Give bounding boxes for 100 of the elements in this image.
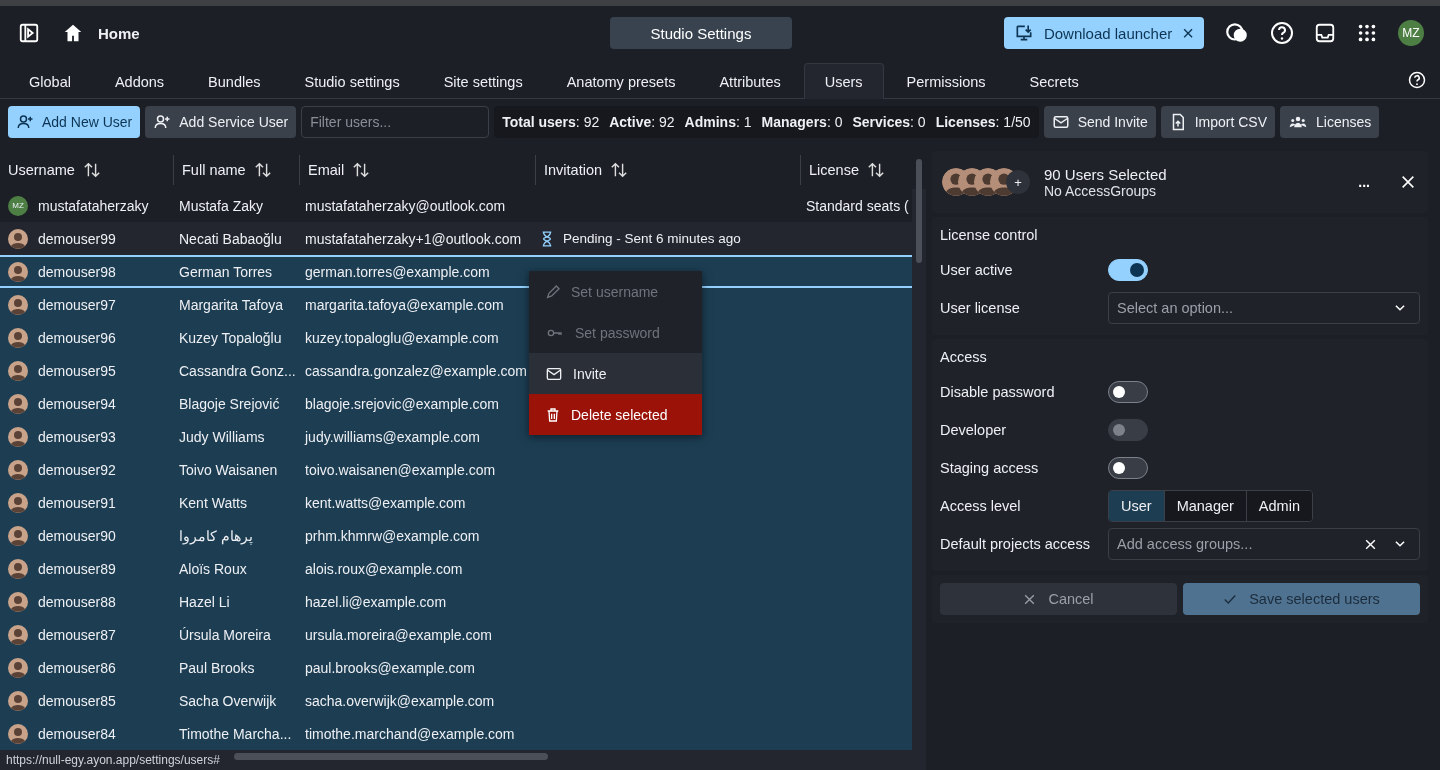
menu-item[interactable]: Delete selected <box>529 394 702 435</box>
add-new-user-button[interactable]: Add New User <box>8 106 141 138</box>
user-avatar-icon <box>8 624 28 645</box>
column-header[interactable]: Full name <box>174 155 300 185</box>
email: hazel.li@example.com <box>305 593 447 610</box>
access-groups-select[interactable]: Add access groups... <box>1108 528 1420 560</box>
user-avatar-icon <box>8 657 28 678</box>
close-button[interactable]: × <box>1182 23 1194 43</box>
column-header[interactable]: Invitation <box>536 155 801 185</box>
cancel-button[interactable]: Cancel <box>940 583 1177 615</box>
full-name: Necati Babaoğlu <box>179 230 282 247</box>
email: german.torres@example.com <box>305 263 490 280</box>
username: demouser97 <box>38 296 116 313</box>
column-header[interactable]: Email <box>300 155 536 185</box>
user-row[interactable]: demouser92 Toivo Waisanen toivo.waisanen@example.com <box>0 453 912 486</box>
user-avatar[interactable]: MZ <box>1398 20 1424 46</box>
download-launcher-link[interactable]: Download launcher <box>1043 24 1173 42</box>
user-avatar-icon <box>8 327 28 348</box>
selection-title: 90 Users Selected <box>1044 165 1168 183</box>
more-button[interactable]: ... <box>1352 173 1376 191</box>
full-name: Sacha Overwijk <box>179 692 277 709</box>
email: cassandra.gonzalez@example.com <box>305 362 527 379</box>
email: timothe.marchand@example.com <box>305 725 515 742</box>
sort-icon[interactable] <box>253 161 272 179</box>
sort-icon[interactable] <box>610 161 629 179</box>
settings-tab[interactable]: Bundles <box>187 63 282 99</box>
home-link[interactable]: Home <box>98 24 140 42</box>
pencil-icon <box>545 283 561 300</box>
settings-tab[interactable]: Anatomy presets <box>545 63 697 99</box>
column-header[interactable]: License <box>801 155 912 185</box>
access-level-option[interactable]: Manager <box>1163 491 1246 521</box>
user-stat: Licenses: 1/50 <box>935 114 1031 130</box>
help-icon[interactable] <box>1270 21 1294 45</box>
vertical-scrollbar[interactable] <box>916 159 922 263</box>
settings-tab[interactable]: Users <box>803 63 884 99</box>
user-row[interactable]: demouser89 Aloïs Roux alois.roux@example.com <box>0 552 912 585</box>
access-level-option[interactable]: User <box>1109 491 1164 521</box>
email: mustafataherzaky@outlook.com <box>305 197 506 214</box>
close-icon[interactable] <box>1400 174 1416 190</box>
send-invite-button[interactable]: Send Invite <box>1043 106 1156 138</box>
settings-tab[interactable]: Addons <box>93 63 186 99</box>
full-name: Toivo Waisanen <box>179 461 278 478</box>
user-avatar-icon <box>8 360 28 381</box>
sort-icon[interactable] <box>867 161 885 179</box>
field-label: Disable password <box>940 384 1056 400</box>
username: demouser95 <box>38 362 116 379</box>
settings-tab[interactable]: Site settings <box>422 63 544 99</box>
filter-field[interactable]: Filter users... <box>301 106 490 138</box>
username: demouser94 <box>38 395 116 412</box>
username: demouser92 <box>38 461 116 478</box>
user-row[interactable]: demouser86 Paul Brooks paul.brooks@example.com <box>0 651 912 684</box>
user-row[interactable]: demouser91 Kent Watts kent.watts@example.com <box>0 486 912 519</box>
user-avatar-icon <box>8 723 28 744</box>
username: demouser87 <box>38 626 116 643</box>
sidebar-toggle-icon[interactable] <box>18 22 40 44</box>
username: demouser99 <box>38 230 116 247</box>
access-level-option[interactable]: Admin <box>1245 491 1312 521</box>
column-header[interactable]: Username <box>0 155 174 185</box>
user-avatar-icon <box>8 393 28 414</box>
studio-settings-button[interactable]: Studio Settings <box>609 17 792 49</box>
email: judy.williams@example.com <box>305 428 480 445</box>
home-icon[interactable] <box>62 22 84 44</box>
full-name: Cassandra Gonz... <box>179 362 296 379</box>
licenses-button[interactable]: Licenses <box>1280 106 1380 138</box>
field-label: Staging access <box>940 460 1040 476</box>
user-stat: Total users: 92 <box>502 114 600 130</box>
settings-tab[interactable]: Studio settings <box>283 63 421 99</box>
user-row[interactable]: demouser93 Judy Williams judy.williams@example.com <box>0 420 912 453</box>
user-avatar-icon <box>8 591 28 612</box>
user-row[interactable]: demouser84 Timothe Marcha... timothe.marchand@example.com <box>0 717 912 750</box>
add-service-user-button[interactable]: Add Service User <box>145 106 297 138</box>
sort-icon[interactable] <box>82 161 101 179</box>
help-icon[interactable] <box>1408 71 1426 89</box>
user-row[interactable]: demouser85 Sacha Overwijk sacha.overwijk@example.com <box>0 684 912 717</box>
user-row[interactable]: MZ mustafataherzaky Mustafa Zaky mustafataherzaky@outlook.com Standard seats ( <box>0 189 912 222</box>
close-icon <box>1023 592 1037 606</box>
toggle-switch[interactable] <box>1108 457 1148 479</box>
settings-tab[interactable]: Permissions <box>885 63 1007 99</box>
horizontal-scrollbar[interactable] <box>234 753 548 760</box>
user-stat: Admins: 1 <box>684 114 752 130</box>
inbox-icon[interactable] <box>1314 22 1336 44</box>
full-name: Blagoje Srejović <box>179 395 280 412</box>
full-name: Kuzey Topaloğlu <box>179 329 282 346</box>
settings-tab[interactable]: Secrets <box>1008 63 1100 99</box>
user-row[interactable]: demouser87 Úrsula Moreira ursula.moreira@example.com <box>0 618 912 651</box>
user-row[interactable]: demouser98 German Torres german.torres@example.com <box>0 255 912 288</box>
email: sacha.overwijk@example.com <box>305 692 495 709</box>
username: demouser91 <box>38 494 116 511</box>
mail-icon <box>1051 113 1070 131</box>
settings-tab[interactable]: Global <box>8 63 92 99</box>
menu-item[interactable]: Invite <box>529 353 702 394</box>
apps-grid-icon[interactable] <box>1356 22 1378 44</box>
sort-icon[interactable] <box>352 161 371 179</box>
import-csv-button[interactable]: Import CSV <box>1160 106 1276 138</box>
clear-icon[interactable] <box>1364 537 1377 551</box>
settings-tab[interactable]: Attributes <box>698 63 802 99</box>
toggle-switch[interactable] <box>1108 381 1148 403</box>
user-avatar-icon <box>8 558 28 579</box>
user-row[interactable]: demouser88 Hazel Li hazel.li@example.com <box>0 585 912 618</box>
license-select[interactable]: Select an option... <box>1108 292 1420 324</box>
